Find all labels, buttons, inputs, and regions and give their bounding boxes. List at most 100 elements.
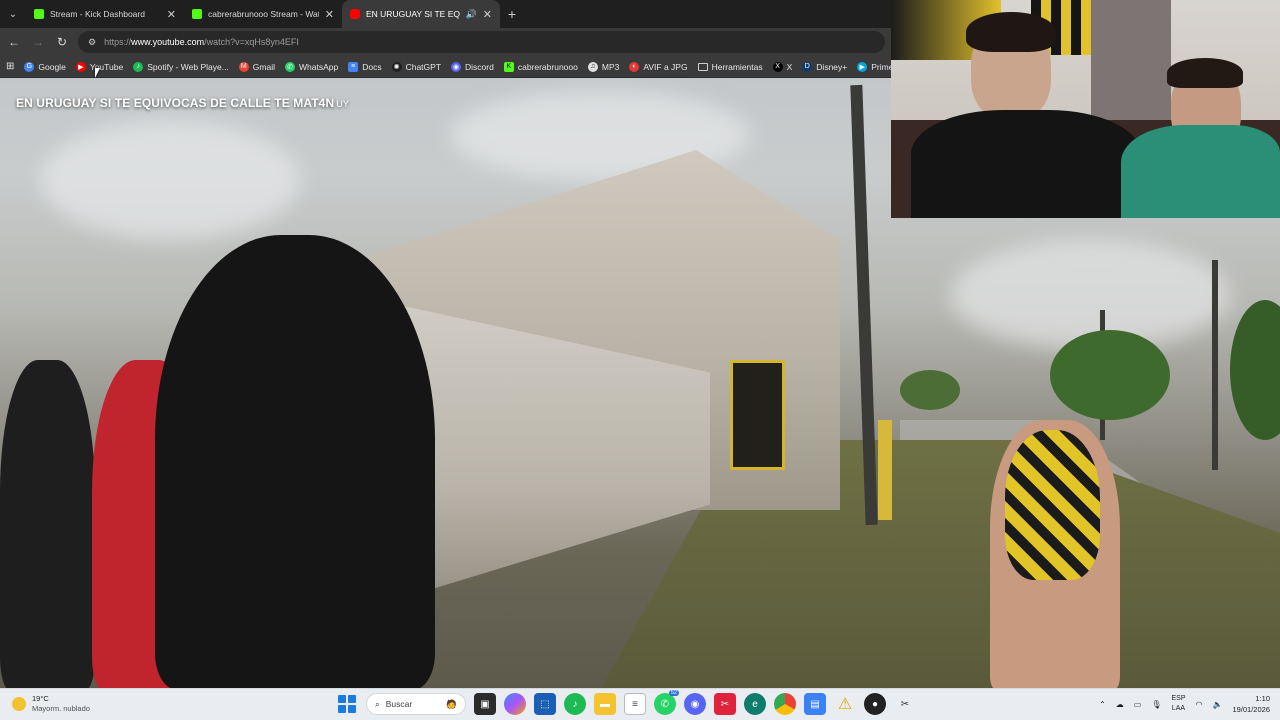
warning-icon[interactable]: ⚠ xyxy=(834,693,856,715)
guest-hair xyxy=(1167,58,1243,88)
store-icon[interactable]: ⬚ xyxy=(534,693,556,715)
edge-icon[interactable]: e xyxy=(744,693,766,715)
converter-icon: ◐ xyxy=(629,61,640,72)
bookmark-gmail[interactable]: M Gmail xyxy=(238,61,275,72)
tree xyxy=(1050,330,1170,420)
youtube-favicon-icon xyxy=(350,9,360,19)
close-icon[interactable]: ✕ xyxy=(483,8,492,21)
kick-favicon-icon xyxy=(192,9,202,19)
streamer-hair xyxy=(966,12,1056,52)
display-icon[interactable]: ▭ xyxy=(1134,700,1142,709)
mouse-cursor-icon xyxy=(95,68,103,78)
taskbar-apps: ⌕ Buscar 🧑 ▣ ⬚ ♪ ▬ ≡ ✆ 52 ◉ ✂ e ▤ ⚠ ● ✂ xyxy=(336,690,916,715)
bookmark-avif-jpg[interactable]: ◐ AVIF a JPG xyxy=(629,61,688,72)
spotify-icon: ♪ xyxy=(133,61,144,72)
notification-badge: 52 xyxy=(668,690,679,696)
bookmark-prime[interactable]: ▶Prime xyxy=(857,61,891,72)
windows-taskbar: 19°C Mayorm. nublado ⌕ Buscar 🧑 ▣ ⬚ ♪ ▬ … xyxy=(0,688,1280,720)
speaker-icon[interactable]: 🔊 xyxy=(466,9,477,20)
webcam-overlay xyxy=(891,0,1280,218)
prime-icon: ▶ xyxy=(857,61,868,72)
bookmark-folder-herramientas[interactable]: Herramientas xyxy=(697,62,763,72)
tab-youtube-video[interactable]: EN URUGUAY SI TE EQUIVOCAS 🔊 ✕ xyxy=(342,0,500,28)
docs-icon: ≡ xyxy=(348,61,359,72)
file-explorer-icon[interactable]: ▬ xyxy=(594,693,616,715)
gmail-icon: M xyxy=(238,61,249,72)
guest-shirt xyxy=(1121,125,1280,218)
chatgpt-icon: ✺ xyxy=(391,61,402,72)
disney-icon: D xyxy=(802,61,813,72)
graffiti-sign xyxy=(730,360,785,470)
whatsapp-taskbar-icon[interactable]: ✆ 52 xyxy=(654,690,679,715)
close-icon[interactable]: ✕ xyxy=(167,8,176,21)
music-icon: ♫ xyxy=(587,61,598,72)
url-path: /watch?v=xqHs8yn4EFI xyxy=(204,37,299,47)
chevron-up-icon[interactable]: ⌃ xyxy=(1099,700,1106,709)
browser-toolbar: ← → ↻ ⚙ https://www.youtube.com/watch?v=… xyxy=(0,28,891,56)
new-tab-button[interactable]: + xyxy=(500,0,524,28)
person xyxy=(155,235,435,688)
taskbar-search[interactable]: ⌕ Buscar 🧑 xyxy=(366,693,466,715)
language-indicator[interactable]: ESP LAA xyxy=(1171,694,1185,714)
wifi-icon[interactable]: ◠ xyxy=(1196,700,1203,709)
folder-icon xyxy=(697,62,708,71)
browser-tab-bar: ⌄ Stream - Kick Dashboard ✕ cabrerabruno… xyxy=(0,0,891,28)
spotify-taskbar-icon[interactable]: ♪ xyxy=(564,693,586,715)
tree xyxy=(900,370,960,410)
bookmark-whatsapp[interactable]: ✆ WhatsApp xyxy=(285,61,338,72)
bookmark-docs[interactable]: ≡ Docs xyxy=(348,61,382,72)
streamer-shirt xyxy=(911,110,1141,218)
reload-icon[interactable]: ↻ xyxy=(54,34,70,50)
site-info-icon[interactable]: ⚙ xyxy=(88,37,96,48)
chrome-icon[interactable] xyxy=(774,693,796,715)
weather-sun-icon xyxy=(12,697,26,711)
notes-app-icon[interactable]: ▤ xyxy=(804,693,826,715)
bookmark-x[interactable]: XX xyxy=(772,61,792,72)
microphone-icon[interactable]: 🎙 xyxy=(1151,700,1161,709)
person xyxy=(1005,430,1100,580)
bookmark-chatgpt[interactable]: ✺ ChatGPT xyxy=(391,61,441,72)
tab-kick-dashboard[interactable]: Stream - Kick Dashboard ✕ xyxy=(26,0,184,28)
obs-icon[interactable]: ● xyxy=(864,693,886,715)
url-host: www.youtube.com xyxy=(131,37,205,47)
tab-kick-stream[interactable]: cabrerabrunooo Stream - Watch ✕ xyxy=(184,0,342,28)
kick-favicon-icon xyxy=(34,9,44,19)
bookmark-google[interactable]: G Google xyxy=(24,61,66,72)
capcut-icon[interactable]: ✂ xyxy=(714,693,736,715)
forward-icon[interactable]: → xyxy=(30,34,46,50)
search-highlight-icon: 🧑 xyxy=(446,698,457,709)
start-button[interactable] xyxy=(336,693,358,715)
address-bar[interactable]: ⚙ https://www.youtube.com/watch?v=xqHs8y… xyxy=(78,31,885,53)
bookmark-mp3[interactable]: ♫ MP3 xyxy=(587,61,619,72)
sky-cloud xyxy=(40,120,300,240)
copilot-icon[interactable] xyxy=(504,693,526,715)
back-icon[interactable]: ← xyxy=(6,34,22,50)
bookmark-disney[interactable]: D Disney+ xyxy=(802,61,847,72)
windows-icon xyxy=(338,695,356,713)
bookmark-kick-channel[interactable]: Kcabrerabrunooo xyxy=(503,61,578,72)
discord-taskbar-icon[interactable]: ◉ xyxy=(684,693,706,715)
clock[interactable]: 1:10 19/01/2026 xyxy=(1232,693,1270,715)
person xyxy=(0,360,95,688)
bookmark-discord[interactable]: ◉ Discord xyxy=(451,61,494,72)
cloud-icon[interactable]: ☁ xyxy=(1116,700,1124,709)
close-icon[interactable]: ✕ xyxy=(325,8,334,21)
yellow-post xyxy=(878,420,892,520)
volume-icon[interactable]: 🔈 xyxy=(1212,700,1222,709)
kick-icon: K xyxy=(503,61,514,72)
notepad-icon[interactable]: ≡ xyxy=(624,693,646,715)
apps-icon[interactable]: ⊞ xyxy=(6,61,14,72)
tree xyxy=(1230,300,1280,440)
street-lamp xyxy=(1212,260,1218,470)
task-view-icon[interactable]: ▣ xyxy=(474,693,496,715)
bookmark-spotify[interactable]: ♪ Spotify - Web Playe... xyxy=(133,61,229,72)
search-icon: ⌕ xyxy=(375,698,380,709)
bookmarks-bar: ⊞ G Google ▶ YouTube ♪ Spotify - Web Playe.… xyxy=(0,56,891,78)
whatsapp-icon: ✆ xyxy=(285,61,295,72)
weather-widget[interactable]: 19°C Mayorm. nublado xyxy=(12,694,90,714)
video-title: EN URUGUAY SI TE EQUIVOCAS DE CALLE TE M… xyxy=(16,96,349,110)
tab-search-icon[interactable]: ⌄ xyxy=(0,0,26,28)
url-prefix: https:// xyxy=(104,37,132,47)
snipping-tool-icon[interactable]: ✂ xyxy=(894,693,916,715)
system-tray: ⌃ ☁ ▭ 🎙 ESP LAA ◠ 🔈 1:10 19/01/2026 xyxy=(1099,693,1270,715)
